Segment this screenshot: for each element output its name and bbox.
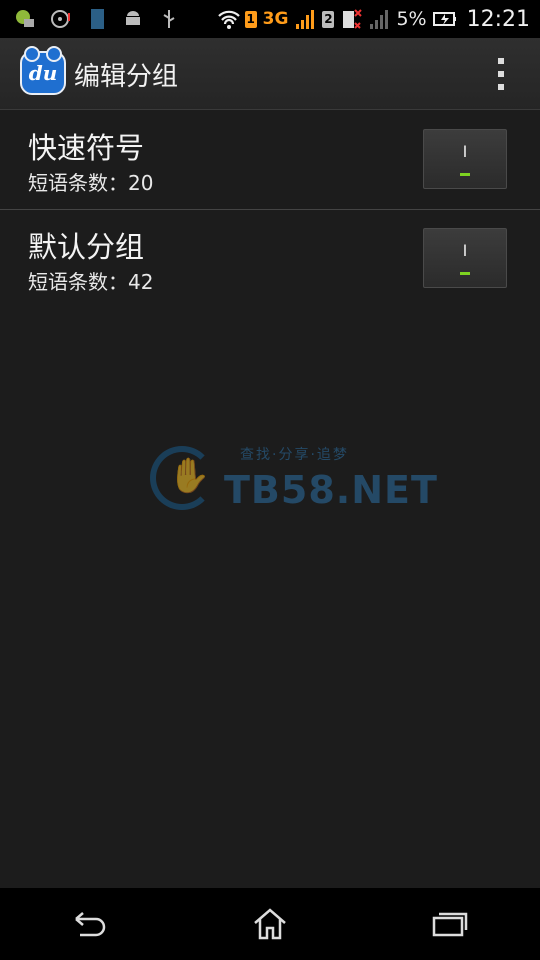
signal-empty-icon [368, 8, 390, 30]
clock: 12:21 [466, 6, 530, 32]
home-icon [254, 908, 286, 940]
back-button[interactable] [60, 899, 120, 949]
battery-charging-icon [432, 8, 456, 30]
network-type: 3G [262, 9, 289, 29]
watermark: ✋ 查找·分享·追梦 TB58.NET [150, 444, 437, 516]
group-title: 快速符号 [28, 131, 145, 165]
action-bar: du 编辑分组 [0, 38, 540, 110]
recents-icon [432, 912, 468, 937]
group-count: 短语条数：42 [28, 270, 154, 294]
no-sim-icon [340, 8, 363, 30]
usb-icon [158, 8, 180, 30]
app-logo-text: du [28, 61, 58, 85]
group-list: 快速符号 短语条数：20 I 默认分组 短语条数：42 I [0, 111, 540, 309]
app-logo-icon[interactable]: du [20, 46, 66, 95]
android-debug-icon [122, 8, 144, 30]
navigation-bar [0, 888, 540, 960]
page-title: 编辑分组 [74, 62, 179, 92]
sim2-badge: 2 [322, 10, 335, 28]
wifi-icon [217, 8, 240, 30]
watermark-text: TB58.NET [224, 468, 438, 512]
status-bar: 1 3G 2 5% 12:21 [0, 0, 540, 38]
back-icon [75, 912, 106, 937]
overflow-menu-icon[interactable] [498, 58, 506, 90]
home-button[interactable] [240, 899, 300, 949]
sim1-badge: 1 [244, 10, 257, 28]
app-notification-icon [14, 8, 36, 30]
sim-card-icon [86, 8, 108, 30]
hand-icon: ✋ [168, 456, 211, 496]
watermark-tagline: 查找·分享·追梦 [240, 447, 349, 463]
battery-percent: 5% [396, 8, 427, 30]
recents-button[interactable] [420, 899, 480, 949]
list-item-default-group[interactable]: 默认分组 短语条数：42 I [0, 210, 540, 309]
toggle-on-indicator [460, 172, 470, 176]
list-item-quick-symbols[interactable]: 快速符号 短语条数：20 I [0, 111, 540, 210]
toggle-label: I [462, 240, 468, 260]
disk-warning-icon [50, 8, 72, 30]
group-title: 默认分组 [28, 230, 145, 264]
toggle-on-indicator [460, 271, 470, 275]
group-toggle-button[interactable]: I [423, 129, 507, 189]
group-toggle-button[interactable]: I [423, 228, 507, 288]
toggle-label: I [462, 141, 468, 161]
group-count: 短语条数：20 [28, 171, 154, 195]
signal-strength-icon [294, 8, 316, 30]
